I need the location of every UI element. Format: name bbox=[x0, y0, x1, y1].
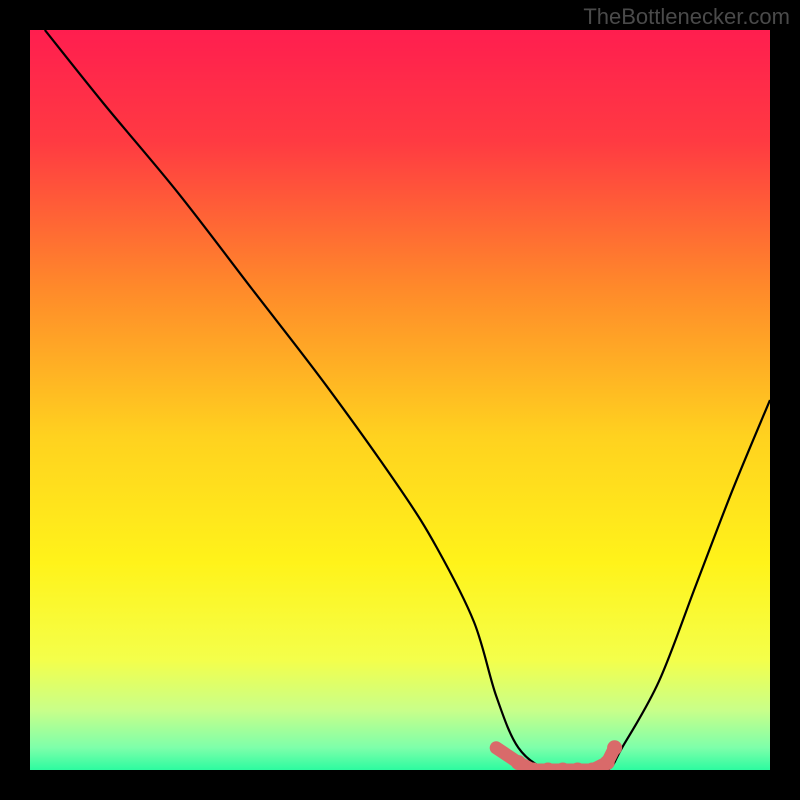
bottleneck-curve bbox=[45, 30, 770, 770]
attribution-text: TheBottlenecker.com bbox=[583, 4, 790, 30]
optimal-point bbox=[607, 740, 622, 755]
optimal-point bbox=[511, 755, 526, 770]
optimal-range-markers bbox=[490, 740, 622, 770]
optimal-point bbox=[490, 742, 502, 754]
chart-curve-layer bbox=[30, 30, 770, 770]
chart-plot-area bbox=[30, 30, 770, 770]
optimal-point bbox=[600, 755, 615, 770]
